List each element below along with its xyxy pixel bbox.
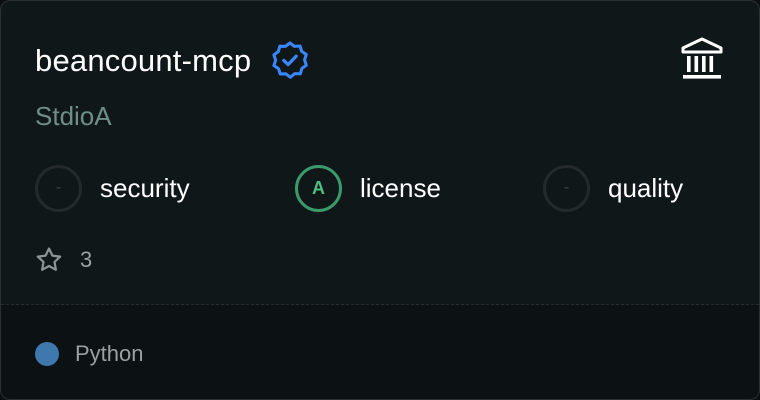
title-row: beancount-mcp (35, 35, 313, 85)
score-license[interactable]: A license (295, 164, 441, 212)
bank-building-icon (681, 37, 723, 79)
star-count-value: 3 (80, 247, 93, 272)
server-card[interactable]: beancount-mcp StdioA - security A licens… (0, 0, 760, 400)
score-label: license (360, 172, 441, 203)
score-security[interactable]: - security (35, 164, 190, 212)
star-outline-icon (36, 247, 62, 271)
score-label: security (100, 172, 190, 203)
star-count[interactable]: 3 (35, 245, 92, 275)
score-quality[interactable]: - quality (543, 164, 683, 212)
grade-badge: - (35, 164, 82, 212)
card-footer: Python (1, 305, 759, 399)
language-tag: Python (35, 341, 144, 367)
verified-badge-icon (272, 41, 309, 79)
grade-badge: A (295, 164, 342, 212)
language-label: Python (75, 341, 144, 366)
language-color-dot (35, 342, 59, 366)
score-label: quality (608, 172, 684, 203)
server-name[interactable]: beancount-mcp (35, 45, 251, 76)
grade-badge: - (543, 164, 590, 212)
score-row: - security A license - quality (35, 164, 735, 212)
transport-label: StdioA (35, 101, 112, 131)
